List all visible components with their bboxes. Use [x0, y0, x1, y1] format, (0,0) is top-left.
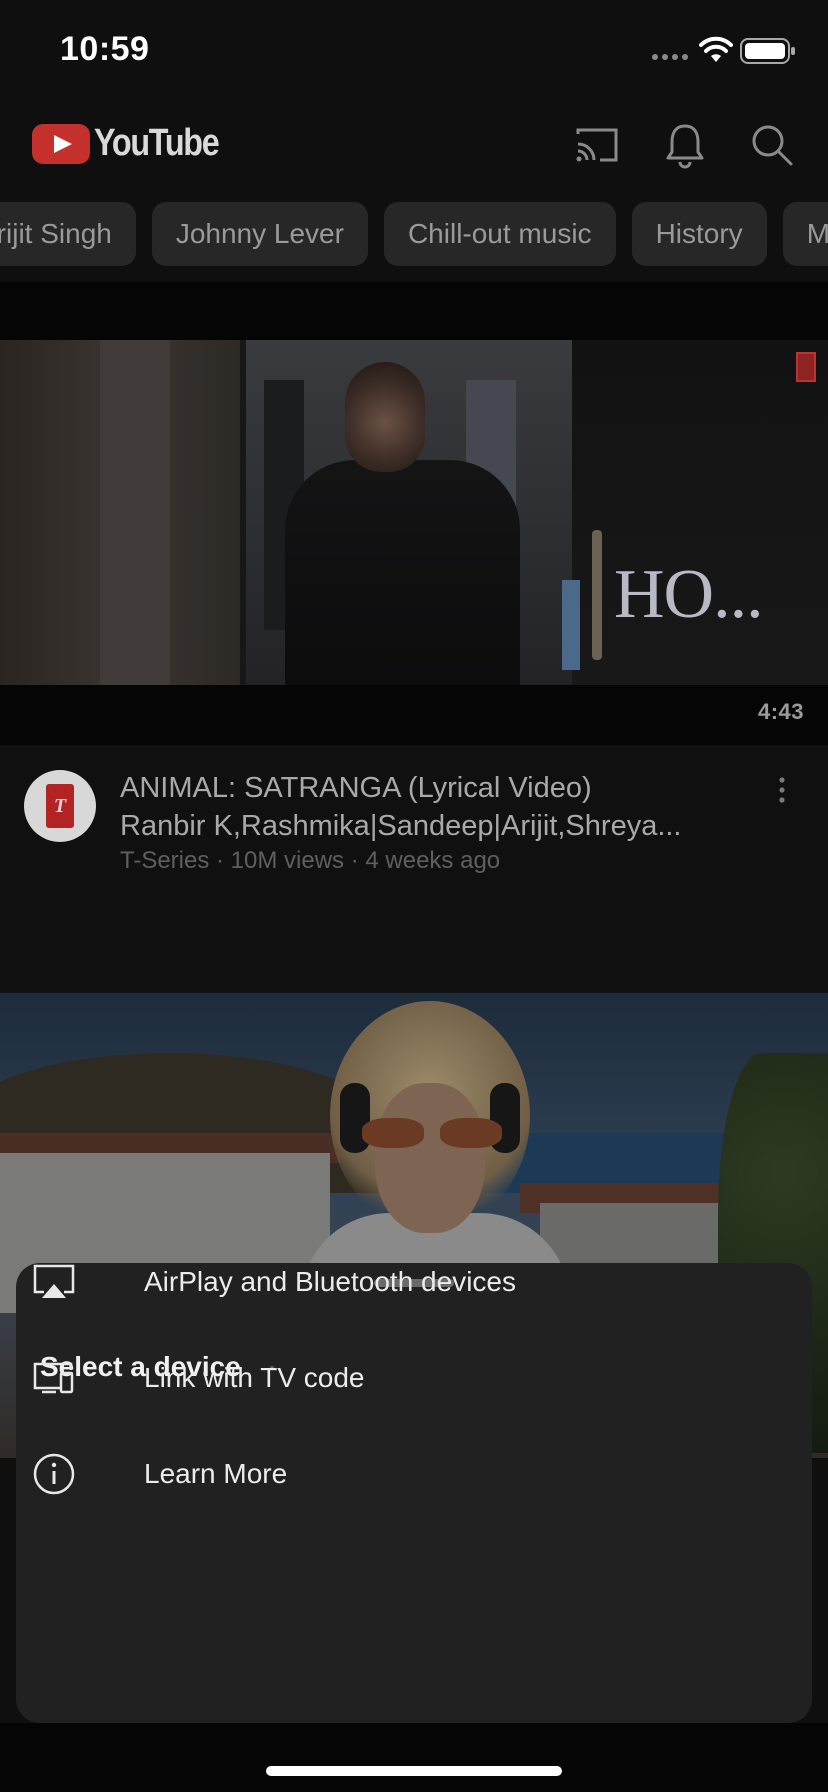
channel-avatar[interactable]: T [24, 770, 96, 842]
battery-icon [740, 38, 795, 64]
chip-arijit-singh[interactable]: Arijit Singh [0, 202, 136, 266]
category-chips: Arijit Singh Johnny Lever Chill-out musi… [0, 202, 828, 266]
home-indicator[interactable] [266, 1766, 562, 1776]
t-series-watermark-icon [796, 352, 816, 382]
tv-code-icon [33, 1362, 74, 1394]
more-vert-icon[interactable] [772, 775, 792, 805]
thumbnail-person-face [375, 1083, 485, 1233]
video-duration: 4:43 [757, 699, 804, 724]
info-icon [33, 1453, 75, 1495]
chip-johnny-lever[interactable]: Johnny Lever [151, 202, 368, 266]
tv-code-label: Link with TV code [144, 1362, 365, 1393]
search-icon[interactable] [747, 120, 797, 170]
airplay-label: AirPlay and Bluetooth devices [144, 1266, 516, 1297]
feed-divider [0, 282, 828, 340]
signal-dots-icon [652, 54, 688, 60]
link-tv-code-option[interactable]: Link with TV code [0, 1332, 796, 1428]
top-app-bar: YouTube [0, 100, 828, 200]
airplay-bluetooth-option[interactable]: AirPlay and Bluetooth devices [0, 1236, 796, 1332]
learn-more-option[interactable]: Learn More [0, 1428, 796, 1524]
learn-more-label: Learn More [144, 1458, 288, 1489]
status-bar: 10:59 [0, 0, 828, 100]
bottom-strip [0, 1723, 828, 1792]
bell-icon[interactable] [660, 120, 710, 170]
youtube-play-icon [32, 123, 90, 164]
logo-text: YouTube [94, 122, 220, 164]
thumbnail-overlay-text: HO... [614, 556, 764, 633]
t-series-logo-icon: T [46, 784, 74, 828]
status-time: 10:59 [60, 30, 150, 68]
video-title[interactable]: ANIMAL: SATRANGA (Lyrical Video) Ranbir … [120, 769, 760, 845]
thumbnail-person [285, 460, 520, 685]
thumbnail-sunglasses [362, 1118, 502, 1148]
video-metadata[interactable]: T ANIMAL: SATRANGA (Lyrical Video) Ranbi… [0, 745, 828, 995]
video-title-line-1: ANIMAL: SATRANGA (Lyrical Video) [120, 772, 592, 804]
chip-history[interactable]: History [631, 202, 767, 266]
thumbnail-person-head [345, 362, 425, 472]
video-thumbnail[interactable]: HO... [0, 340, 828, 685]
wifi-icon [699, 36, 733, 62]
video-title-line-2: Ranbir K,Rashmika|Sandeep|Arijit,Shreya.… [120, 810, 682, 842]
youtube-logo[interactable]: YouTube [32, 122, 240, 165]
chip-next[interactable]: M [782, 202, 828, 266]
screen: 10:59 YouTube rijit Singh Johnny Lever C… [0, 0, 828, 1792]
chip-chill-out-music[interactable]: Chill-out music [383, 202, 616, 266]
video-meta-text: T-Series · 10M views · 4 weeks ago [120, 847, 501, 874]
airplay-icon [33, 1264, 75, 1298]
duration-row: 4:43 [0, 685, 828, 745]
cast-icon[interactable] [572, 120, 622, 170]
thumbnail-panel-left [0, 340, 240, 685]
